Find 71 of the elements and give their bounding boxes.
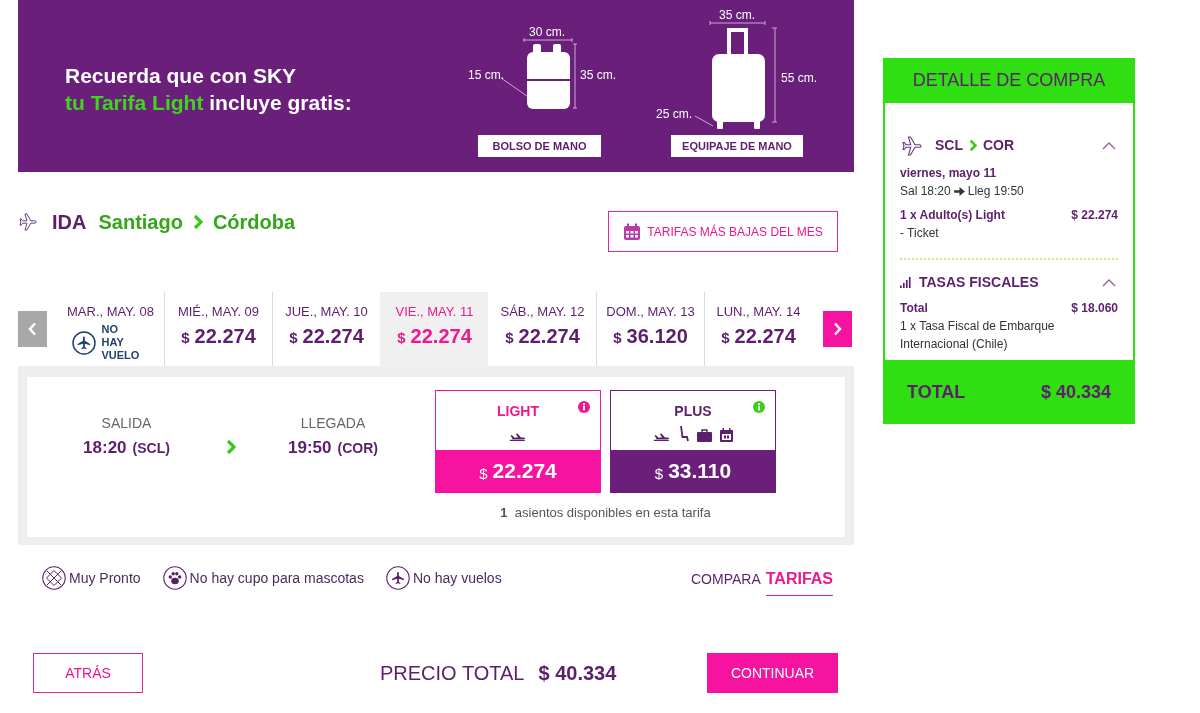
- destination-city: Córdoba: [212, 210, 296, 234]
- chevron-right-icon: [969, 139, 977, 152]
- info-icon[interactable]: [578, 401, 590, 413]
- calendar-icon: [720, 428, 733, 442]
- chevron-right-icon: [833, 322, 842, 336]
- fare-item-price: $ 22.274: [1071, 207, 1118, 223]
- arrival-label: LLEGADA: [300, 414, 366, 432]
- fare-card[interactable]: LIGHT $ 22.274: [435, 390, 601, 493]
- legend-label: No hay cupo para mascotas: [189, 568, 364, 588]
- caret-up-icon[interactable]: [1102, 278, 1116, 287]
- signal-bars-icon: [900, 277, 911, 288]
- next-dates-button[interactable]: [823, 311, 852, 347]
- lowest-fares-button[interactable]: TARIFAS MÁS BAJAS DEL MES: [608, 211, 838, 252]
- total-price: $ 40.334: [538, 661, 617, 686]
- compare-label: COMPARA: [691, 569, 761, 589]
- departure-airport: (SCL): [132, 439, 170, 458]
- seat-icon: [679, 425, 689, 442]
- arrow-right-icon: [953, 186, 965, 196]
- summary-destination: COR: [983, 136, 1015, 155]
- summary-title: DETALLE DE COMPRA: [883, 58, 1135, 103]
- arrival-time: 19:50: [288, 438, 332, 458]
- airplane-icon: [509, 433, 527, 442]
- chevron-right-icon: [226, 439, 236, 455]
- banner-headline: Recuerda que con SKY: [65, 63, 298, 89]
- briefcase-icon: [697, 429, 712, 442]
- calendar-icon: [623, 222, 642, 241]
- tax-detail: 1 x Tasa Fiscal de Embarque Internacional (Chile): [900, 318, 1056, 353]
- departure-time: 18:20: [83, 438, 127, 458]
- total-price-label: PRECIO TOTAL: [380, 661, 525, 686]
- taxes-title: TASAS FISCALES: [919, 273, 1039, 292]
- dimension-label: 15 cm.: [468, 68, 504, 82]
- trip-direction: IDA: [52, 210, 87, 234]
- chevron-right-icon: [192, 214, 203, 230]
- dimension-label: 25 cm.: [656, 107, 692, 121]
- summary-total-amount: $ 40.334: [1040, 380, 1111, 404]
- dimension-label: 35 cm.: [580, 68, 616, 82]
- info-icon[interactable]: [753, 401, 765, 413]
- dimension-label: 35 cm.: [719, 8, 755, 22]
- departure-time-text: Sal 18:20: [900, 183, 951, 199]
- flight-date: viernes, mayo 11: [900, 165, 998, 181]
- banner-subheadline: tu Tarifa Light incluye gratis:: [65, 90, 353, 116]
- date-tab[interactable]: VIE., MAY. 11 $ 22.274: [380, 292, 488, 366]
- fare-item: 1 x Adulto(s) Light: [900, 207, 1005, 223]
- legend-label: No hay vuelos: [412, 568, 502, 588]
- departure-label: SALIDA: [101, 414, 152, 432]
- arrival-time-text: Lleg 19:50: [967, 183, 1024, 199]
- luggage-label: EQUIPAJE DE MANO: [671, 135, 803, 157]
- caret-up-icon[interactable]: [1102, 141, 1116, 150]
- dimension-label: 30 cm.: [529, 25, 565, 39]
- summary-total-label: TOTAL: [907, 380, 966, 404]
- fare-card[interactable]: PLUS $ 33.110: [610, 390, 776, 493]
- arrival-airport: (COR): [337, 439, 378, 458]
- chevron-left-icon: [28, 322, 37, 336]
- airplane-icon: [653, 433, 671, 442]
- back-button[interactable]: ATRÁS: [33, 653, 143, 693]
- fare-item-detail: - Ticket: [900, 225, 940, 241]
- taxes-total: $ 18.060: [1071, 300, 1118, 316]
- origin-city: Santiago: [98, 210, 183, 234]
- airplane-circle-icon: [385, 566, 410, 590]
- previous-dates-button[interactable]: [18, 311, 47, 347]
- legend-label: Muy Pronto: [69, 568, 141, 588]
- summary-origin: SCL: [935, 136, 963, 155]
- dimension-label: 55 cm.: [781, 71, 817, 85]
- taxes-total-label: Total: [900, 300, 928, 316]
- airplane-circle-icon: [71, 331, 96, 355]
- seats-availability-text: 1 asientos disponibles en esta tarifa: [500, 504, 711, 522]
- airplane-icon: [18, 213, 40, 231]
- compare-fares-link[interactable]: TARIFAS: [765, 566, 833, 596]
- continue-button[interactable]: CONTINUAR: [707, 653, 838, 693]
- luggage-label: BOLSO DE MANO: [478, 135, 601, 157]
- paw-icon: [162, 566, 187, 590]
